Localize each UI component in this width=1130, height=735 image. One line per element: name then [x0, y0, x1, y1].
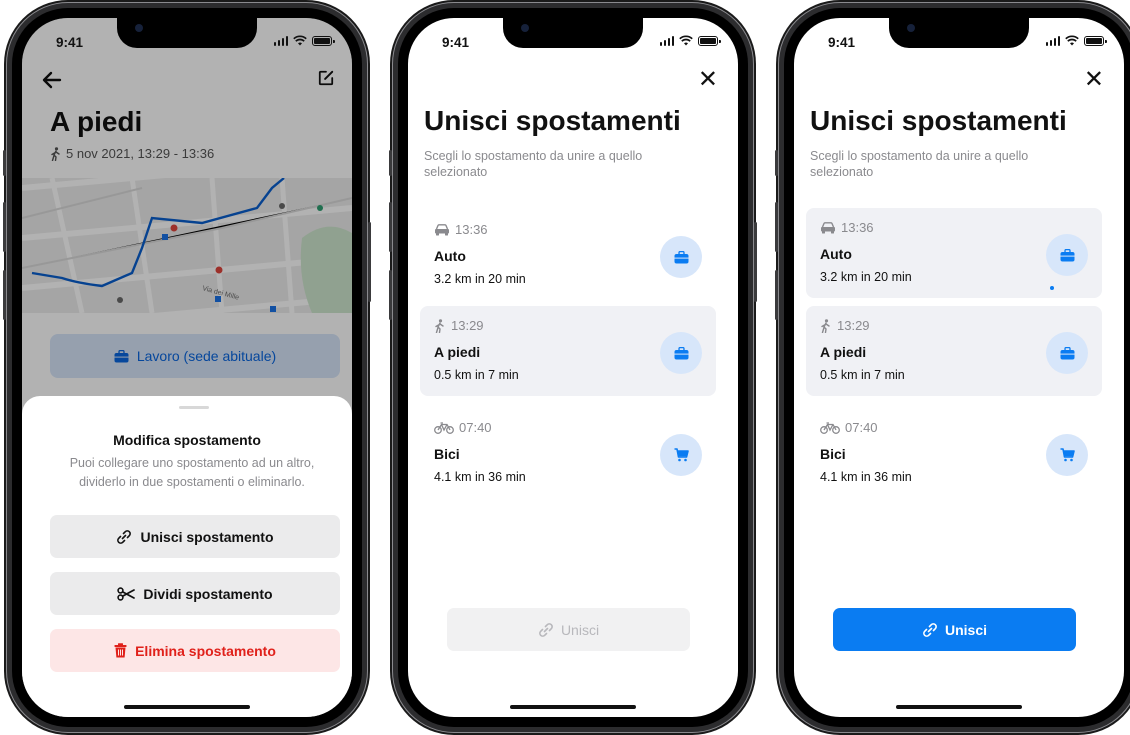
phone-frame-merge-enabled: 9:41 ✕ Unisci spostamenti Scegli lo spos…	[775, 2, 1130, 733]
trip-time: 07:40	[459, 420, 492, 435]
trip-item-selected[interactable]: 13:29 A piedi 0.5 km in 7 min	[806, 306, 1102, 396]
bike-icon	[820, 421, 840, 434]
page-subtitle: Scegli lo spostamento da unire a quello …	[424, 149, 643, 179]
merge-button[interactable]: Unisci	[833, 608, 1076, 651]
merge-trip-label: Unisci spostamento	[140, 528, 274, 545]
purpose-badge	[660, 236, 702, 278]
trip-item[interactable]: 07:40 Bici 4.1 km in 36 min	[806, 408, 1102, 498]
notch	[889, 18, 1029, 48]
purpose-badge	[1046, 332, 1088, 374]
briefcase-icon	[674, 250, 688, 263]
wifi-icon	[1065, 35, 1079, 46]
notch	[503, 18, 643, 48]
sheet-drag-handle[interactable]	[179, 406, 209, 409]
page-title: Unisci spostamenti	[424, 105, 681, 136]
status-icons	[273, 35, 335, 46]
purpose-badge	[660, 332, 702, 374]
walk-icon	[821, 318, 830, 333]
trip-distance: 0.5 km in 7 min	[820, 368, 905, 382]
purpose-badge	[1046, 434, 1088, 476]
status-icons	[1045, 35, 1107, 46]
trip-item-selected[interactable]: 13:36 Auto 3.2 km in 20 min	[806, 208, 1102, 298]
split-trip-button[interactable]: Dividi spostamento	[50, 572, 340, 615]
battery-icon	[1084, 36, 1107, 46]
trash-icon	[114, 643, 127, 658]
signal-icon	[1045, 36, 1060, 46]
purpose-badge	[660, 434, 702, 476]
phone-frame-merge-disabled: 9:41 ✕ Unisci spostamenti Scegli lo spos…	[389, 2, 757, 733]
screen-merge-disabled: 9:41 ✕ Unisci spostamenti Scegli lo spos…	[408, 18, 738, 717]
car-icon	[435, 223, 449, 235]
trip-time: 13:36	[841, 220, 874, 235]
trip-mode: A piedi	[820, 344, 867, 360]
briefcase-icon	[1060, 346, 1074, 359]
home-indicator[interactable]	[124, 705, 250, 709]
delete-trip-button[interactable]: Elimina spostamento	[50, 629, 340, 672]
trip-item-selected[interactable]: 13:29 A piedi 0.5 km in 7 min	[420, 306, 716, 396]
trip-item[interactable]: 07:40 Bici 4.1 km in 36 min	[420, 408, 716, 498]
merge-button[interactable]: Unisci	[447, 608, 690, 651]
trip-mode: Bici	[820, 446, 846, 462]
status-time: 9:41	[828, 35, 856, 50]
scissors-icon	[117, 586, 136, 601]
trip-distance: 0.5 km in 7 min	[434, 368, 519, 382]
trip-time: 07:40	[845, 420, 878, 435]
wifi-icon	[293, 35, 307, 46]
briefcase-icon	[674, 346, 688, 359]
screen-merge-enabled: 9:41 ✕ Unisci spostamenti Scegli lo spos…	[794, 18, 1124, 717]
page-title: Unisci spostamenti	[810, 105, 1067, 136]
link-icon	[923, 622, 937, 637]
screen-edit-trip: 9:41 A piedi 5 nov 2021, 13:29 - 13:36 V…	[22, 18, 352, 717]
page-subtitle: Scegli lo spostamento da unire a quello …	[810, 149, 1029, 179]
home-indicator[interactable]	[510, 705, 636, 709]
link-icon	[539, 622, 553, 637]
home-indicator[interactable]	[896, 705, 1022, 709]
trip-mode: Auto	[820, 246, 852, 262]
notch	[117, 18, 257, 48]
status-time: 9:41	[56, 35, 84, 50]
merge-button-label: Unisci	[944, 621, 987, 638]
battery-icon	[312, 36, 335, 46]
battery-icon	[698, 36, 721, 46]
bike-icon	[434, 421, 454, 434]
delete-trip-label: Elimina spostamento	[135, 642, 276, 659]
signal-icon	[659, 36, 674, 46]
merge-button-label: Unisci	[560, 621, 600, 638]
trip-time: 13:29	[837, 318, 870, 333]
sheet-title: Modifica spostamento	[113, 432, 261, 448]
car-icon	[821, 221, 835, 233]
status-time: 9:41	[442, 35, 470, 50]
wifi-icon	[679, 35, 693, 46]
link-icon	[117, 529, 132, 544]
split-trip-label: Dividi spostamento	[143, 585, 273, 602]
trip-time: 13:29	[451, 318, 484, 333]
trip-distance: 4.1 km in 36 min	[820, 470, 912, 484]
cart-icon	[1060, 448, 1075, 462]
cart-icon	[674, 448, 689, 462]
phone-frame-edit-trip: 9:41 A piedi 5 nov 2021, 13:29 - 13:36 V…	[3, 2, 371, 733]
trip-distance: 4.1 km in 36 min	[434, 470, 526, 484]
walk-icon	[435, 318, 444, 333]
close-icon[interactable]: ✕	[698, 68, 718, 92]
trip-mode: A piedi	[434, 344, 481, 360]
trip-item[interactable]: 13:36 Auto 3.2 km in 20 min	[420, 210, 716, 300]
trip-mode: Auto	[434, 248, 466, 264]
status-icons	[659, 35, 721, 46]
briefcase-icon	[1060, 248, 1074, 261]
purpose-badge	[1046, 234, 1088, 276]
close-icon[interactable]: ✕	[1084, 68, 1104, 92]
merge-trip-button[interactable]: Unisci spostamento	[50, 515, 340, 558]
connector-dot	[1050, 286, 1054, 290]
sheet-description: Puoi collegare uno spostamento ad un alt…	[69, 456, 315, 489]
edit-trip-sheet: Modifica spostamento Puoi collegare uno …	[22, 396, 352, 717]
trip-distance: 3.2 km in 20 min	[434, 272, 526, 286]
trip-time: 13:36	[455, 222, 488, 237]
trip-mode: Bici	[434, 446, 460, 462]
trip-distance: 3.2 km in 20 min	[820, 270, 912, 284]
signal-icon	[273, 36, 288, 46]
